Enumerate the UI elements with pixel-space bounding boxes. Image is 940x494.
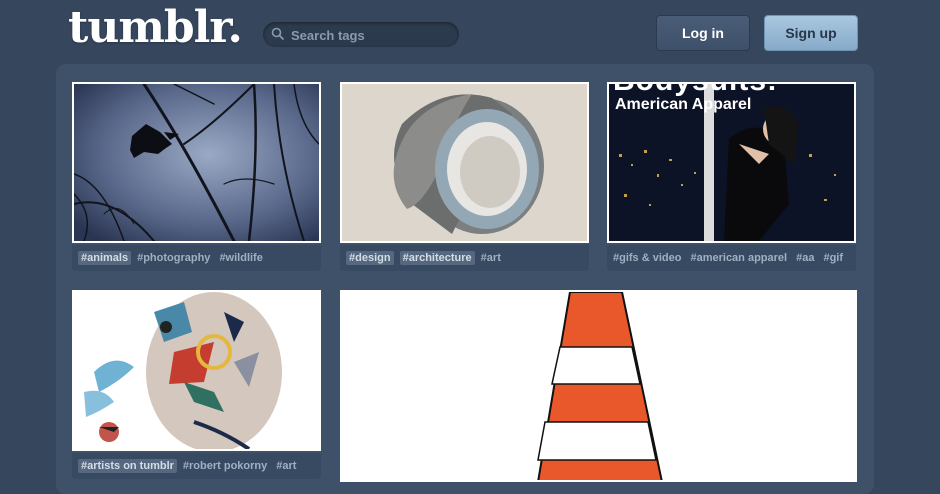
header: tumblr. Log in Sign up — [0, 0, 940, 64]
tag-link[interactable]: #gif — [823, 252, 843, 264]
tape-photo — [342, 84, 587, 241]
post-image[interactable] — [340, 290, 857, 482]
tag-link[interactable]: #art — [276, 460, 296, 472]
search-input[interactable] — [289, 26, 453, 45]
crow-photo — [74, 84, 319, 241]
tag-link[interactable]: #design — [346, 251, 394, 265]
tumblr-logo[interactable]: tumblr. — [68, 2, 243, 53]
post-card[interactable]: Bodysuits! American Apparel #gifs & vide… — [607, 82, 856, 271]
tag-link[interactable]: #gifs & video — [613, 252, 681, 264]
post-image[interactable]: Bodysuits! American Apparel — [607, 82, 856, 243]
tag-link[interactable]: #architecture — [399, 251, 475, 265]
tag-link[interactable]: #robert pokorny — [183, 460, 267, 472]
post-tags: #artists on tumblr #robert pokorny #art — [72, 453, 321, 479]
post-tags: #gifs & video #american apparel #aa #gif — [607, 245, 856, 271]
post-image[interactable] — [340, 82, 589, 243]
traffic-cone-art — [342, 292, 855, 480]
login-button[interactable]: Log in — [656, 15, 750, 51]
post-image[interactable] — [72, 82, 321, 243]
post-tags: #animals #photography #wildlife — [72, 245, 321, 271]
illustration-art — [74, 292, 319, 449]
tag-link[interactable]: #art — [481, 252, 501, 264]
post-card[interactable]: #design #architecture #art — [340, 82, 589, 271]
signup-button[interactable]: Sign up — [764, 15, 858, 51]
post-card[interactable]: #animals #photography #wildlife — [72, 82, 321, 271]
tag-link[interactable]: #artists on tumblr — [78, 459, 177, 473]
tag-link[interactable]: #animals — [78, 251, 132, 265]
tag-link[interactable]: #aa — [796, 252, 814, 264]
search-icon — [271, 27, 285, 41]
magazine-subtitle: American Apparel — [615, 96, 752, 113]
post-image[interactable] — [72, 290, 321, 451]
tag-link[interactable]: #photography — [137, 252, 210, 264]
tag-link[interactable]: #wildlife — [219, 252, 262, 264]
post-card[interactable]: #artists on tumblr #robert pokorny #art — [72, 290, 321, 480]
tag-link[interactable]: #american apparel — [690, 252, 787, 264]
post-tags: #design #architecture #art — [340, 245, 589, 271]
post-card[interactable] — [340, 290, 857, 482]
search-bar[interactable] — [263, 22, 459, 47]
